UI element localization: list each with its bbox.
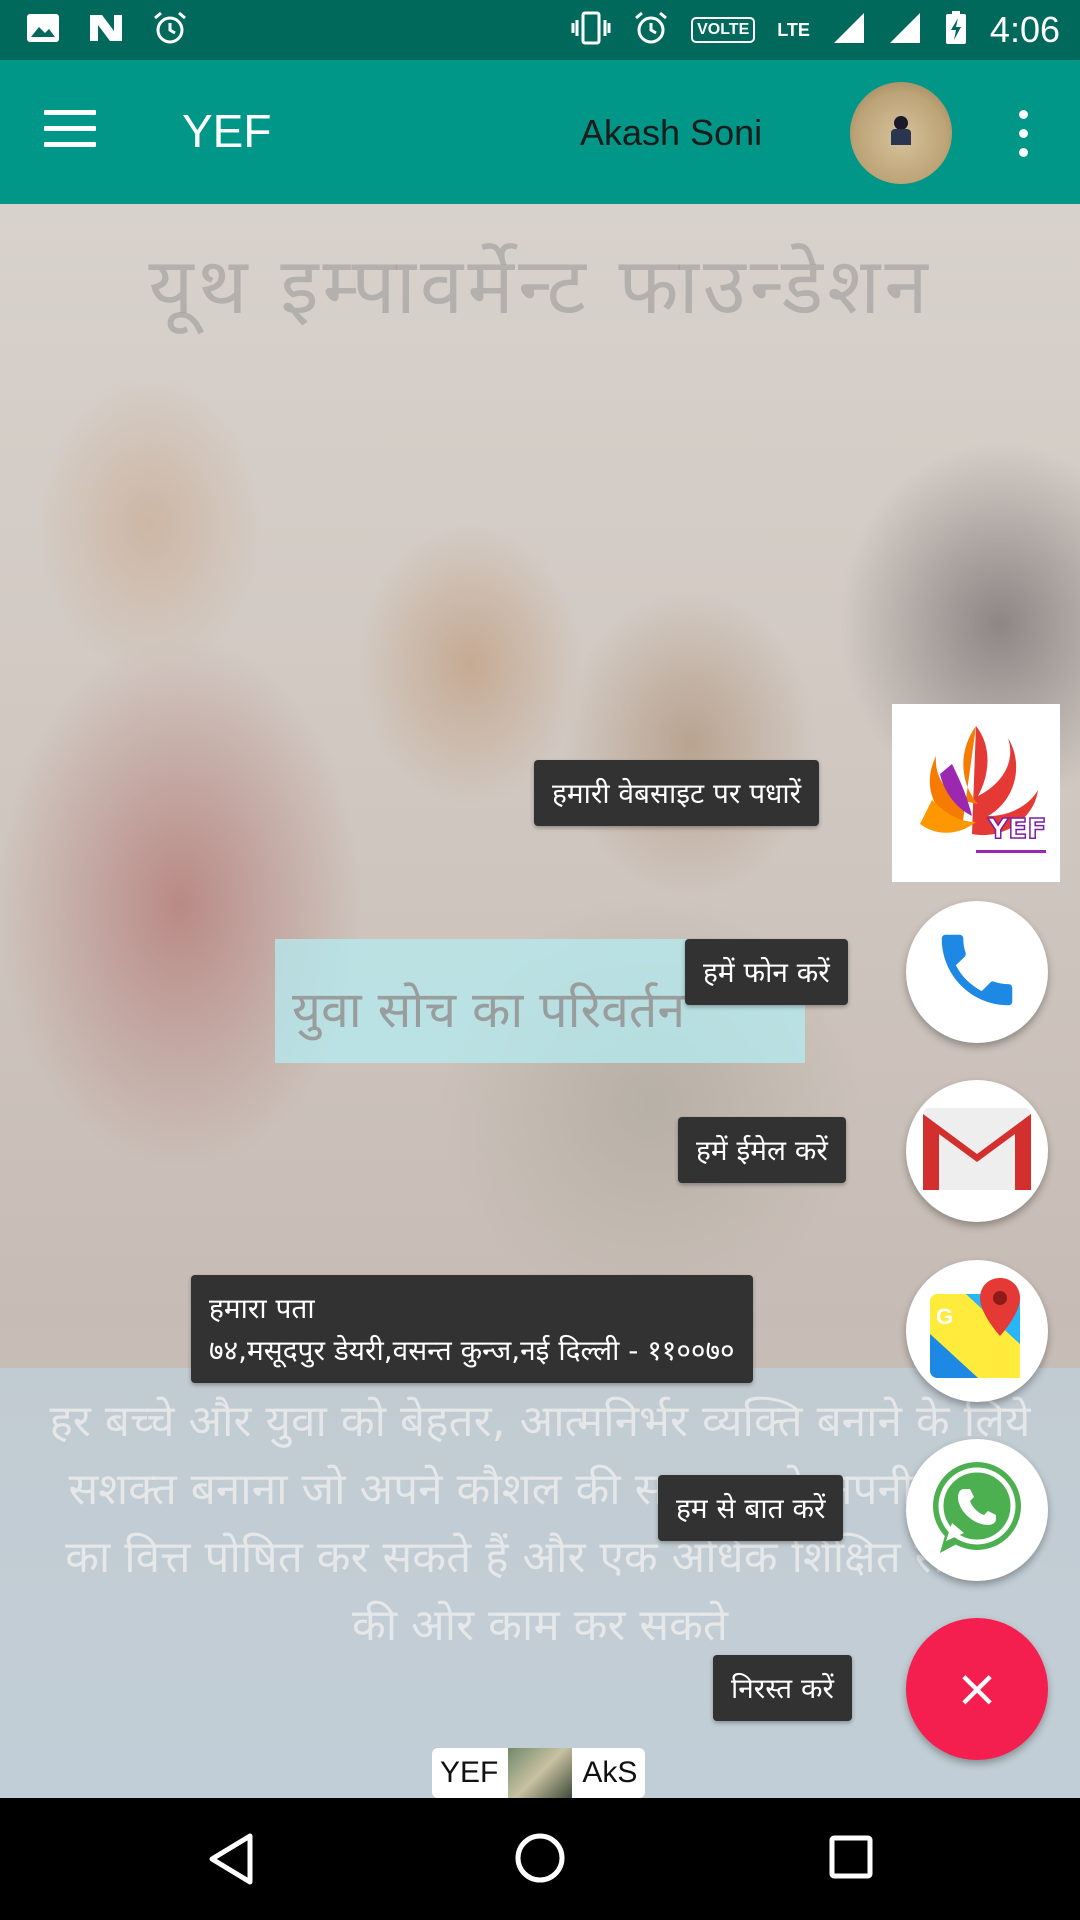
app-bar: YEF Akash Soni: [0, 60, 1080, 204]
dismiss-label[interactable]: निरस्त करें: [713, 1655, 852, 1721]
tagline: युवा सोच का परिवर्तन: [292, 981, 686, 1039]
credit-left: YEF: [440, 1756, 499, 1789]
phone-label[interactable]: हमें फोन करें: [685, 939, 848, 1005]
whatsapp-button[interactable]: [906, 1439, 1048, 1581]
website-label[interactable]: हमारी वेबसाइट पर पधारें: [534, 760, 820, 826]
whatsapp-icon: [922, 1453, 1032, 1567]
signal-icon: [888, 11, 922, 49]
credit-badge: YEF AkS: [432, 1748, 646, 1798]
app-title: YEF: [182, 105, 272, 157]
yef-logo-icon: YEF: [892, 726, 1060, 886]
phone-icon: [930, 923, 1024, 1021]
home-icon[interactable]: [514, 1832, 566, 1888]
address-label[interactable]: हमारा पता ७४,मसूदपुर डेयरी,वसन्त कुन्ज,न…: [191, 1275, 753, 1383]
back-icon[interactable]: [206, 1832, 256, 1890]
address-title: हमारा पता: [209, 1292, 315, 1325]
mission-description: हर बच्चे और युवा को बेहतर, आत्मनिर्भर व्…: [49, 1396, 1031, 1651]
address-line: ७४,मसूदपुर डेयरी,वसन्त कुन्ज,नई दिल्ली -…: [209, 1334, 735, 1367]
yef-logo-text: YEF: [987, 812, 1047, 845]
lte-indicator: LTE: [777, 21, 810, 39]
maps-button[interactable]: G: [906, 1260, 1048, 1402]
phone-button[interactable]: [906, 901, 1048, 1043]
clock: 4:06: [989, 9, 1060, 50]
recents-icon[interactable]: [828, 1834, 874, 1884]
svg-text:G: G: [936, 1304, 953, 1329]
whatsapp-label[interactable]: हम से बात करें: [658, 1475, 844, 1541]
google-maps-icon: G: [922, 1274, 1032, 1388]
status-bar: VOLTE LTE 4:06: [0, 0, 1080, 60]
signal-icon: [832, 11, 866, 49]
foundation-heading: यूथ इम्पावर्मेन्ट फाउन्डेशन: [148, 242, 932, 332]
alarm-icon: [633, 11, 669, 49]
user-name: Akash Soni: [580, 112, 763, 153]
volte-badge: VOLTE: [691, 17, 756, 43]
close-icon: ×: [955, 1659, 999, 1719]
website-button[interactable]: YEF: [892, 704, 1060, 882]
close-fab-button[interactable]: ×: [906, 1618, 1048, 1760]
alarm-icon: [152, 11, 188, 49]
avatar[interactable]: [850, 82, 952, 184]
email-label[interactable]: हमें ईमेल करें: [678, 1117, 846, 1183]
menu-icon[interactable]: [44, 110, 96, 150]
credit-right: AkS: [582, 1756, 638, 1789]
battery-charging-icon: [944, 10, 968, 50]
navigation-bar: [0, 1798, 1080, 1920]
vibrate-icon: [571, 11, 611, 49]
overflow-menu-icon[interactable]: [1016, 110, 1030, 158]
lte-label: LTE: [777, 20, 810, 40]
email-button[interactable]: [906, 1080, 1048, 1222]
gmail-icon: [921, 1106, 1033, 1196]
credit-photo: [508, 1748, 573, 1798]
n-icon: [88, 13, 124, 47]
image-icon: [26, 13, 60, 47]
